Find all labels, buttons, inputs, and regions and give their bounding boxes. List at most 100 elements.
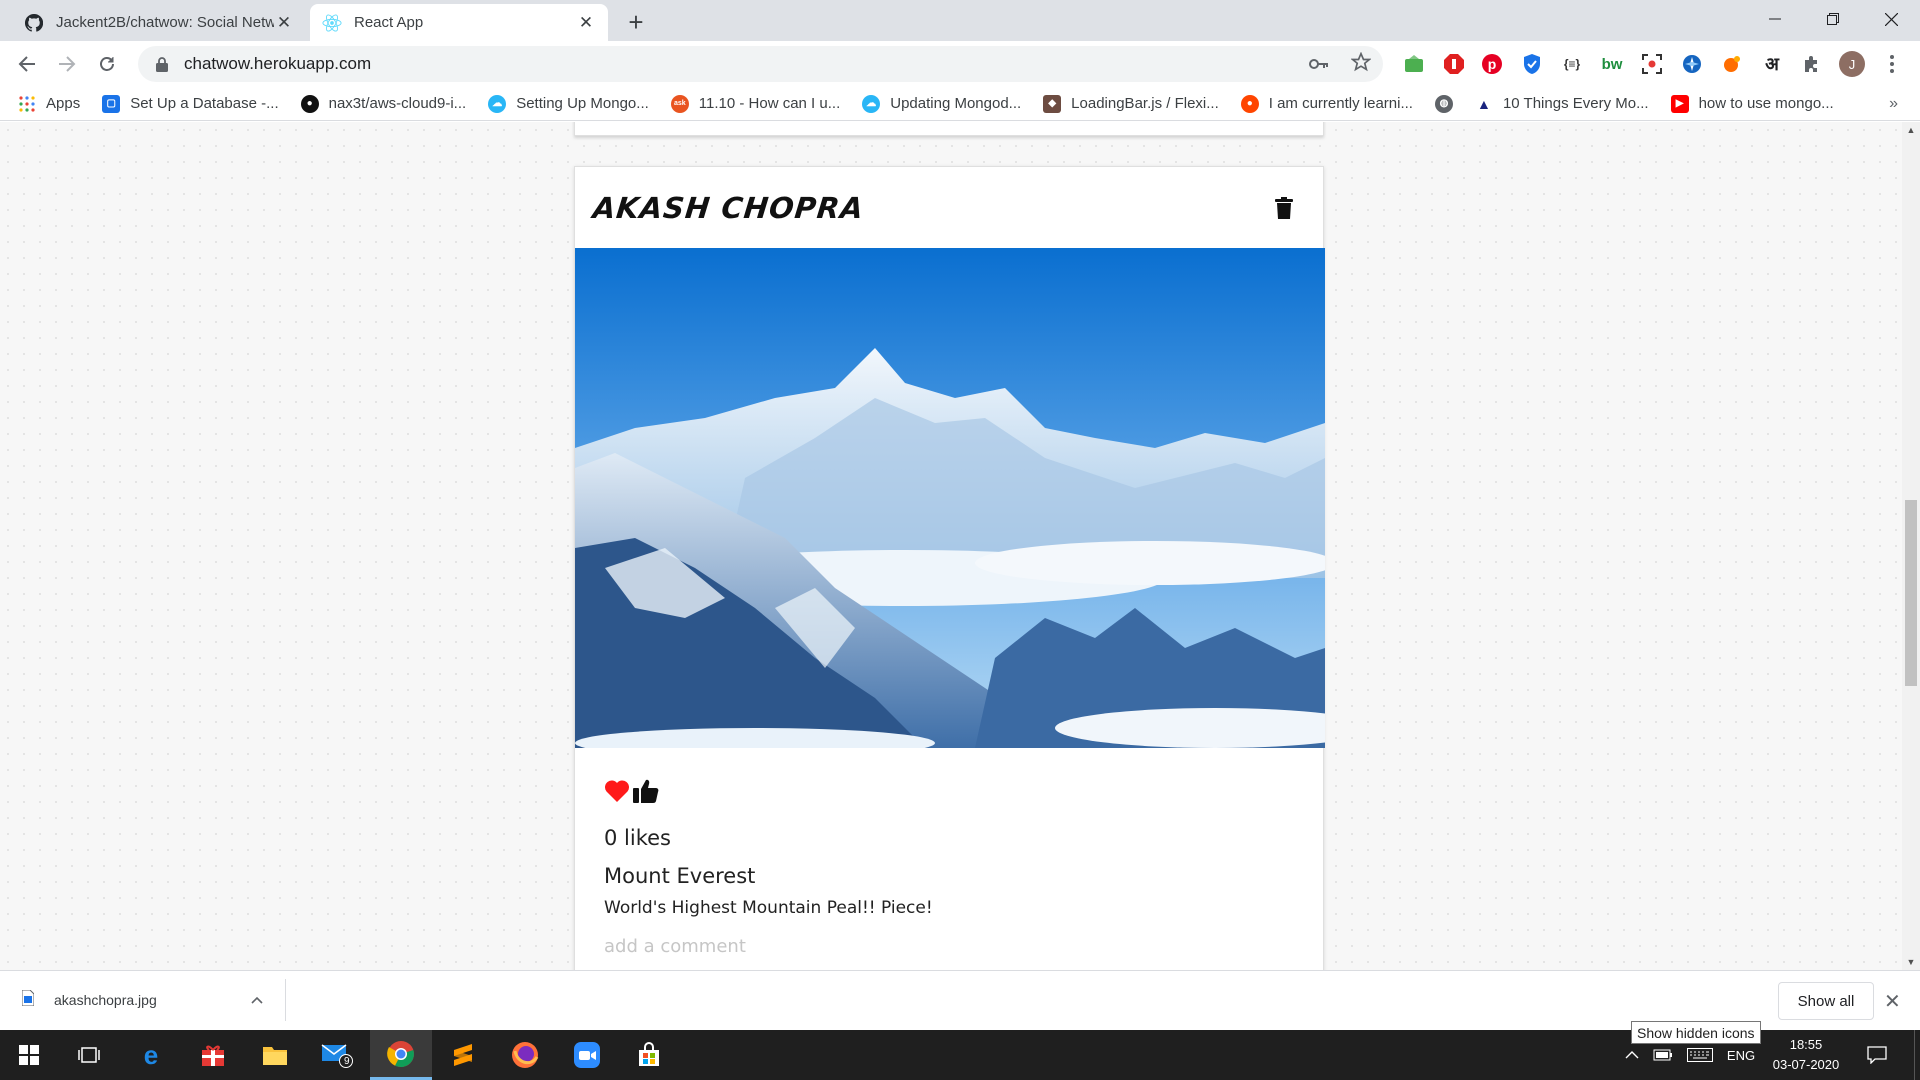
close-tab-icon[interactable]: ✕	[576, 13, 596, 33]
system-clock[interactable]: 18:55 03-07-2020	[1764, 1035, 1848, 1075]
bookmark-label: Updating Mongod...	[890, 95, 1022, 112]
windows-start-icon[interactable]	[0, 1030, 58, 1080]
heart-icon[interactable]	[604, 779, 630, 807]
download-item[interactable]: akashchopra.jpg	[21, 979, 286, 1021]
likes-count: 0 likes	[604, 826, 671, 850]
thumbs-up-icon[interactable]	[632, 778, 660, 808]
adblock-icon[interactable]	[1440, 50, 1468, 78]
reddit-icon: ●	[1240, 94, 1259, 113]
bookmark-database[interactable]: ▢ Set Up a Database -...	[102, 94, 279, 113]
bookmark-globe[interactable]: ◍	[1434, 94, 1453, 113]
apps-grid-icon	[18, 95, 36, 113]
sublime-text-icon[interactable]	[432, 1030, 494, 1080]
bw-extension-icon[interactable]: bw	[1598, 50, 1626, 78]
scroll-down-arrow[interactable]: ▼	[1902, 954, 1920, 970]
page-scrollbar[interactable]: ▲ ▼	[1902, 122, 1920, 970]
firefox-icon[interactable]	[494, 1030, 556, 1080]
file-icon	[21, 989, 35, 1010]
download-filename: akashchopra.jpg	[54, 992, 157, 1008]
chevron-up-icon[interactable]	[1618, 1051, 1646, 1059]
post-header: Akash Chopra	[575, 167, 1323, 248]
pinterest-icon[interactable]: p	[1478, 50, 1506, 78]
database-icon: ▢	[102, 94, 121, 113]
github-icon	[24, 13, 44, 33]
screenshot-icon[interactable]	[1638, 50, 1666, 78]
fire-extension-icon[interactable]	[1718, 50, 1746, 78]
bookmarks-overflow-icon[interactable]: »	[1889, 95, 1898, 113]
tab-github[interactable]: Jackent2B/chatwow: Social Netw ✕	[12, 4, 306, 41]
close-tab-icon[interactable]: ✕	[274, 13, 294, 33]
scrollbar-thumb[interactable]	[1905, 500, 1917, 686]
comment-input[interactable]	[604, 936, 1294, 957]
minimize-button[interactable]	[1746, 0, 1804, 38]
bookmark-updating-mongod[interactable]: ☁ Updating Mongod...	[862, 94, 1022, 113]
hindi-input-icon[interactable]: अ	[1758, 50, 1786, 78]
zoom-icon[interactable]	[556, 1030, 618, 1080]
post-body: 0 likes Mount Everest World's Highest Mo…	[575, 748, 1323, 957]
json-viewer-icon[interactable]: {≡}	[1558, 50, 1586, 78]
bookmark-label: LoadingBar.js / Flexi...	[1071, 95, 1219, 112]
previous-post-card	[574, 122, 1324, 136]
scroll-up-arrow[interactable]: ▲	[1902, 122, 1920, 138]
language-indicator[interactable]: ENG	[1720, 1048, 1762, 1063]
keyboard-icon[interactable]	[1680, 1048, 1720, 1062]
bookmark-label: Setting Up Mongo...	[516, 95, 649, 112]
avatar-initial: J	[1839, 51, 1865, 77]
bookmark-setting-up-mongo[interactable]: ☁ Setting Up Mongo...	[488, 94, 649, 113]
post-card: Akash Chopra	[574, 166, 1325, 970]
shield-icon[interactable]	[1518, 50, 1546, 78]
tab-react-app[interactable]: React App ✕	[310, 4, 608, 41]
bookmark-10-things[interactable]: ▲ 10 Things Every Mo...	[1474, 94, 1649, 113]
browser-toolbar: chatwow.herokuapp.com p {≡} bw अ J	[0, 41, 1920, 87]
bookmark-youtube[interactable]: ▶ how to use mongo...	[1670, 94, 1834, 113]
file-explorer-icon[interactable]	[244, 1030, 306, 1080]
action-center-icon[interactable]	[1848, 1030, 1906, 1080]
browser-menu-icon[interactable]	[1878, 50, 1906, 78]
cloud-icon: ☁	[488, 94, 507, 113]
close-window-button[interactable]	[1862, 0, 1920, 38]
bookmark-askubuntu[interactable]: ask 11.10 - How can I u...	[670, 94, 840, 113]
chrome-taskbar-icon[interactable]	[370, 1030, 432, 1080]
bookmark-star-icon[interactable]	[1350, 51, 1372, 77]
bookmark-label: Apps	[46, 95, 81, 112]
clock-time: 18:55	[1789, 1037, 1823, 1052]
bookmark-loadingbar[interactable]: ◆ LoadingBar.js / Flexi...	[1043, 94, 1219, 113]
bookmark-apps[interactable]: Apps	[18, 95, 80, 113]
ask-icon: ask	[670, 94, 689, 113]
bookmark-label: Set Up a Database -...	[130, 95, 279, 112]
chevron-up-icon[interactable]	[251, 991, 263, 1007]
inbox-extension-icon[interactable]	[1400, 50, 1428, 78]
microsoft-store-icon[interactable]	[618, 1030, 680, 1080]
bookmark-label: nax3t/aws-cloud9-i...	[328, 95, 467, 112]
extensions-puzzle-icon[interactable]	[1798, 50, 1826, 78]
edge-icon[interactable]: e	[120, 1030, 182, 1080]
post-caption: World's Highest Mountain Peal!! Piece!	[604, 898, 933, 918]
forward-button[interactable]	[50, 47, 84, 81]
restore-button[interactable]	[1804, 0, 1862, 38]
show-desktop-button[interactable]	[1914, 1030, 1920, 1080]
react-icon	[322, 13, 342, 33]
gift-app-icon[interactable]	[182, 1030, 244, 1080]
post-title: Mount Everest	[604, 864, 756, 888]
new-tab-button[interactable]: +	[620, 6, 652, 38]
task-view-icon[interactable]	[58, 1030, 120, 1080]
url-text[interactable]: chatwow.herokuapp.com	[184, 54, 371, 74]
reload-button[interactable]	[90, 47, 124, 81]
mail-icon[interactable]: 9	[306, 1030, 368, 1080]
delete-post-icon[interactable]	[1273, 195, 1295, 221]
tab-title: Jackent2B/chatwow: Social Netw	[56, 14, 274, 31]
arch-icon: ▲	[1474, 94, 1493, 113]
lock-icon[interactable]	[152, 56, 172, 72]
key-icon[interactable]	[1309, 54, 1329, 75]
profile-avatar[interactable]: J	[1838, 50, 1866, 78]
close-download-shelf-icon[interactable]: ✕	[1884, 989, 1901, 1014]
bookmark-github[interactable]: ● nax3t/aws-cloud9-i...	[300, 94, 467, 113]
battery-icon[interactable]	[1646, 1049, 1680, 1061]
github-icon: ●	[300, 94, 319, 113]
bookmark-reddit[interactable]: ● I am currently learni...	[1240, 94, 1413, 113]
reactions-row	[604, 778, 1293, 808]
show-all-downloads-button[interactable]: Show all	[1778, 982, 1874, 1020]
address-bar[interactable]: chatwow.herokuapp.com	[138, 46, 1383, 82]
compass-icon[interactable]	[1678, 50, 1706, 78]
back-button[interactable]	[10, 47, 44, 81]
